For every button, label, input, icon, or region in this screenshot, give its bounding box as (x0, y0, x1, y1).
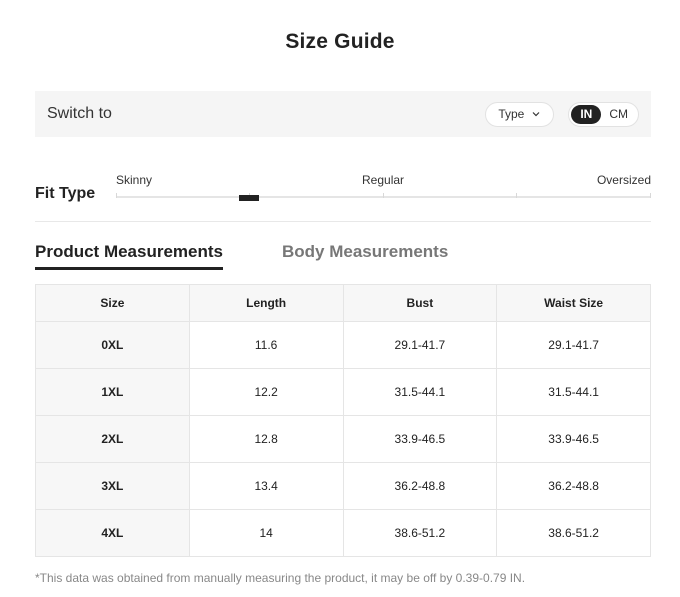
fit-tick (650, 193, 651, 198)
column-header-length: Length (188, 284, 344, 322)
fit-tick (516, 193, 517, 198)
fit-type-scale (116, 193, 651, 198)
waist-cell: 33.9-46.5 (496, 415, 651, 463)
bust-cell: 38.6-51.2 (342, 509, 498, 557)
length-cell: 12.2 (188, 368, 344, 416)
unit-switch-bar: Switch to Type IN CM (35, 91, 651, 137)
fit-type-label: Fit Type (35, 185, 96, 202)
type-dropdown-label: Type (498, 107, 525, 121)
fit-scale-skinny: Skinny (116, 173, 153, 187)
fit-type-indicator (239, 195, 259, 201)
table-header-row: Size Length Bust Waist Size (35, 284, 651, 322)
size-cell: 0XL (35, 321, 190, 369)
unit-toggle: IN CM (568, 101, 639, 127)
length-cell: 12.8 (188, 415, 344, 463)
page-title: Size Guide (285, 30, 395, 53)
table-row: 3XL 13.4 36.2-48.8 36.2-48.8 (35, 462, 651, 510)
bust-cell: 29.1-41.7 (342, 321, 498, 369)
tab-body-measurements[interactable]: Body Measurements (282, 242, 448, 262)
table-row: 4XL 14 38.6-51.2 38.6-51.2 (35, 509, 651, 557)
bust-cell: 31.5-44.1 (342, 368, 498, 416)
fit-scale-oversized: Oversized (596, 173, 651, 187)
length-cell: 11.6 (188, 321, 344, 369)
fit-tick (383, 193, 384, 198)
size-cell: 4XL (35, 509, 190, 557)
waist-cell: 31.5-44.1 (496, 368, 651, 416)
length-cell: 13.4 (188, 462, 344, 510)
size-cell: 1XL (35, 368, 190, 416)
switch-label: Switch to (47, 105, 112, 122)
unit-in-option[interactable]: IN (571, 104, 602, 124)
unit-cm-option[interactable]: CM (601, 105, 636, 124)
waist-cell: 29.1-41.7 (496, 321, 651, 369)
type-dropdown[interactable]: Type (485, 101, 555, 127)
length-cell: 14 (188, 509, 344, 557)
bust-cell: 33.9-46.5 (342, 415, 498, 463)
size-cell: 2XL (35, 415, 190, 463)
size-cell: 3XL (35, 462, 190, 510)
measurement-disclaimer: *This data was obtained from manually me… (35, 571, 526, 585)
waist-cell: 36.2-48.8 (496, 462, 651, 510)
waist-cell: 38.6-51.2 (496, 509, 651, 557)
column-header-size: Size (35, 284, 190, 322)
table-row: 0XL 11.6 29.1-41.7 29.1-41.7 (35, 321, 651, 369)
column-header-bust: Bust (342, 284, 498, 322)
size-table: Size Length Bust Waist Size 0XL 11.6 29.… (35, 284, 651, 557)
tab-product-measurements[interactable]: Product Measurements (35, 242, 223, 270)
chevron-down-icon (532, 112, 540, 117)
fit-scale-regular: Regular (362, 173, 405, 187)
bust-cell: 36.2-48.8 (342, 462, 498, 510)
fit-tick (116, 193, 117, 198)
column-header-waist: Waist Size (496, 284, 651, 322)
table-row: 1XL 12.2 31.5-44.1 31.5-44.1 (35, 368, 651, 416)
section-divider (35, 221, 651, 222)
table-row: 2XL 12.8 33.9-46.5 33.9-46.5 (35, 415, 651, 463)
